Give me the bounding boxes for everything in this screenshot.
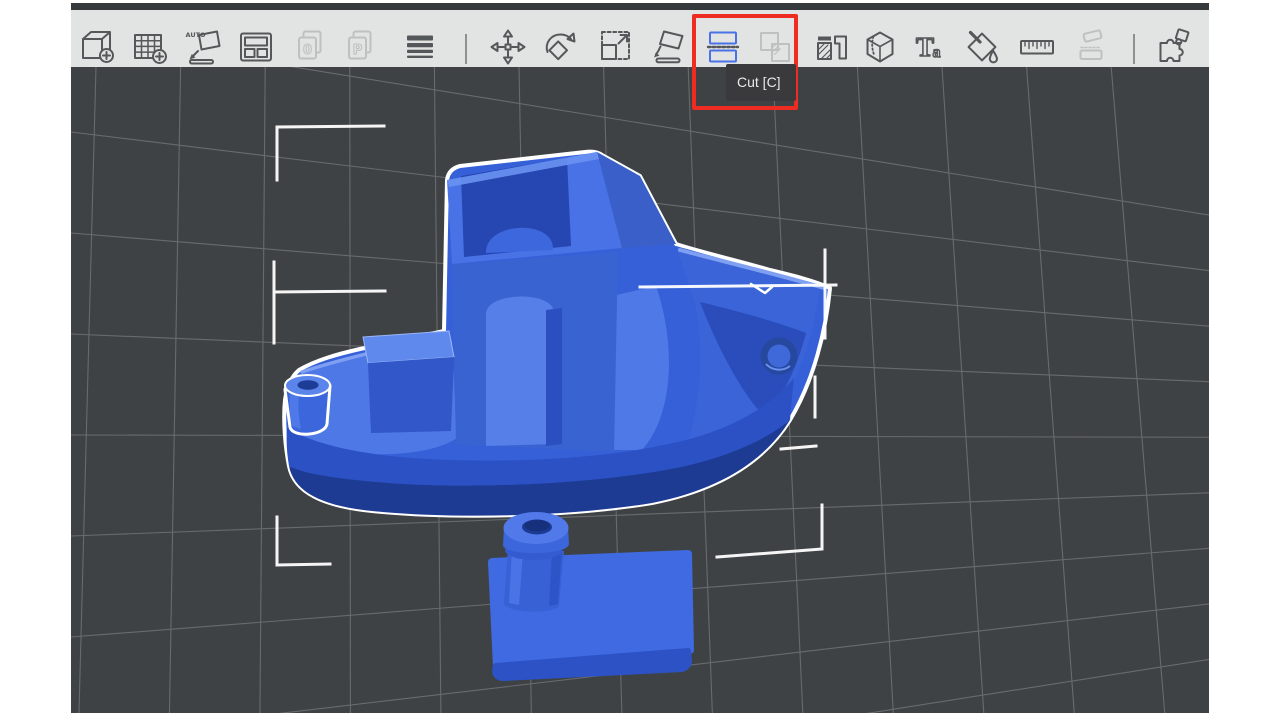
add-object-button[interactable] bbox=[77, 27, 117, 67]
boat-cabin-arch bbox=[486, 296, 554, 446]
bracket-bottom-left bbox=[277, 517, 330, 565]
boat-pipe-hole bbox=[298, 380, 319, 390]
cube-seam-icon bbox=[860, 27, 900, 67]
support-hatch-icon bbox=[812, 27, 852, 67]
svg-text:P: P bbox=[353, 43, 363, 58]
viewport-3d[interactable] bbox=[71, 67, 1209, 713]
grid-line bbox=[1027, 67, 1075, 713]
seam-painting-button[interactable] bbox=[860, 27, 900, 67]
tooltip: Cut [C] bbox=[726, 64, 796, 101]
puzzle-icon bbox=[1152, 27, 1192, 67]
split-to-objects-button: 0 bbox=[292, 27, 332, 67]
arrange-icon bbox=[236, 27, 276, 67]
bracket-top-left bbox=[277, 126, 384, 180]
svg-text:0: 0 bbox=[303, 43, 312, 58]
grid-line bbox=[942, 67, 984, 713]
bracket-bottom-right bbox=[717, 505, 822, 557]
text-tool-button[interactable]: T a bbox=[910, 27, 950, 67]
grid-add-icon bbox=[130, 27, 170, 67]
scale-button[interactable] bbox=[595, 27, 635, 67]
lay-on-face-icon bbox=[649, 27, 689, 67]
split-to-parts-button: P bbox=[342, 27, 382, 67]
arrange-button[interactable] bbox=[236, 27, 276, 67]
measure-button[interactable] bbox=[1017, 27, 1057, 67]
assemble-button[interactable] bbox=[1152, 27, 1192, 67]
variable-layer-height-button[interactable] bbox=[400, 27, 440, 67]
text-letters-icon: T a bbox=[910, 27, 950, 67]
model-plate-with-pin[interactable] bbox=[492, 512, 690, 678]
document-letter-icon: 0 bbox=[292, 27, 332, 67]
toolbar: AUTO 0 P T a bbox=[71, 10, 1209, 67]
ruler-icon bbox=[1017, 27, 1057, 67]
window-top-strip bbox=[71, 3, 1209, 10]
scale-box-icon bbox=[595, 27, 635, 67]
move-arrows-icon bbox=[488, 27, 528, 67]
grid-line bbox=[79, 67, 96, 713]
svg-text:a: a bbox=[933, 44, 941, 61]
lay-on-face-button[interactable] bbox=[649, 27, 689, 67]
svg-text:T: T bbox=[916, 32, 934, 62]
paint-support-button[interactable] bbox=[812, 27, 852, 67]
cube-add-icon bbox=[77, 27, 117, 67]
toolbar-separator bbox=[1133, 34, 1135, 64]
boat-cabin-arch-pillar bbox=[546, 308, 562, 446]
toolbar-separator bbox=[465, 34, 467, 64]
grid-line bbox=[1111, 67, 1165, 713]
rotate-button[interactable] bbox=[540, 27, 580, 67]
auto-orient-button[interactable]: AUTO bbox=[183, 27, 223, 67]
pin-hole-shadow bbox=[525, 520, 550, 532]
boat-porthole bbox=[768, 345, 791, 368]
grid-line bbox=[260, 67, 265, 713]
exploded-parts-icon bbox=[1071, 27, 1111, 67]
boat-cargo-box-front bbox=[368, 357, 454, 433]
add-plate-button[interactable] bbox=[130, 27, 170, 67]
color-painting-button[interactable] bbox=[962, 27, 1002, 67]
rotate-arrow-icon bbox=[540, 27, 580, 67]
bracket-mid-left bbox=[274, 262, 385, 343]
layer-bars-icon bbox=[400, 27, 440, 67]
auto-orient-icon: AUTO bbox=[183, 27, 223, 67]
model-benchy-boat[interactable] bbox=[284, 152, 830, 516]
grid-line bbox=[169, 67, 180, 713]
tooltip-label: Cut [C] bbox=[737, 74, 781, 90]
document-letter-icon: P bbox=[342, 27, 382, 67]
paint-diamond-icon bbox=[962, 27, 1002, 67]
grid-line bbox=[857, 67, 893, 713]
exploded-assembly-button bbox=[1071, 27, 1111, 67]
app-window: AUTO 0 P T a bbox=[0, 0, 1280, 720]
move-button[interactable] bbox=[488, 27, 528, 67]
